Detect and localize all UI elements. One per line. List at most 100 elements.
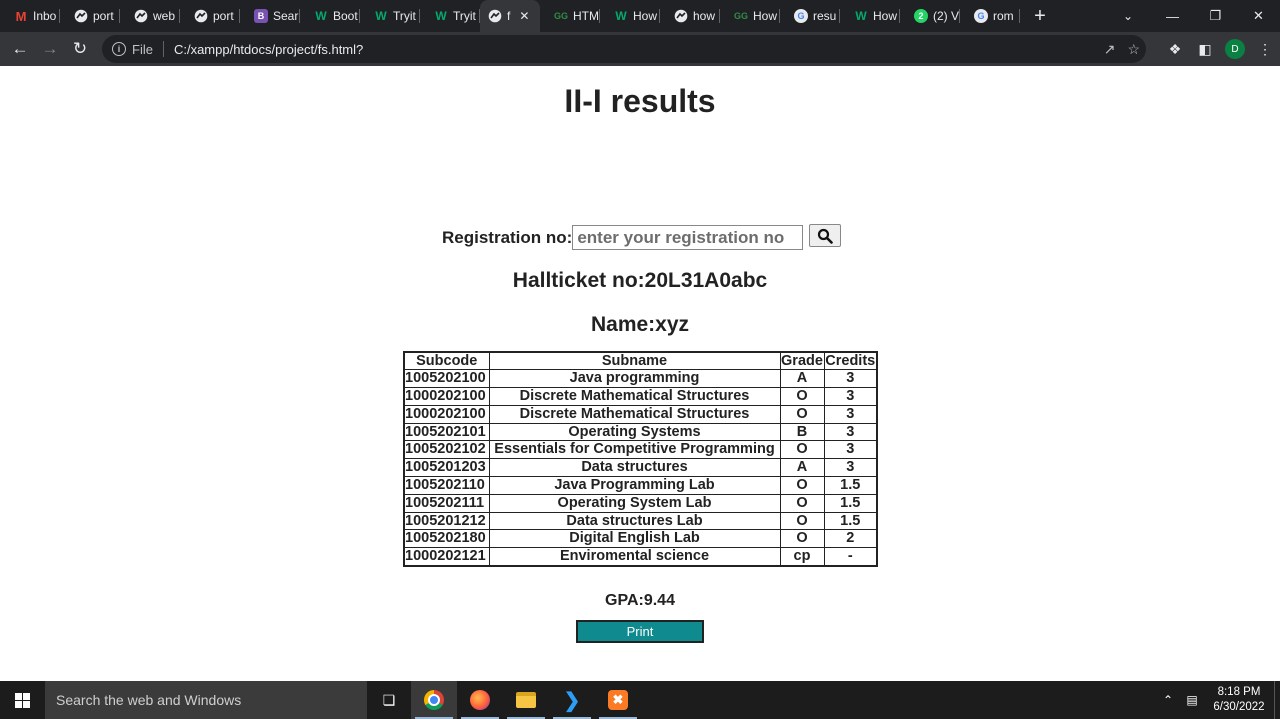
vscode-icon: ❯ [563, 689, 581, 712]
browser-tab[interactable]: M Inbo [0, 0, 60, 32]
gpa-value: 9.44 [643, 592, 675, 609]
browser-tab[interactable]: port [180, 0, 240, 32]
extensions-icon[interactable]: ❖ [1160, 34, 1190, 64]
credits-cell: 1.5 [823, 493, 878, 513]
w3schools-icon: W [435, 9, 447, 23]
browser-tab[interactable]: W Tryit [360, 0, 420, 32]
firefox-taskbar-button[interactable] [457, 681, 503, 719]
task-view-icon[interactable]: ❏ [367, 681, 411, 719]
browser-tab[interactable]: Gresu [780, 0, 840, 32]
bookmark-star-icon[interactable]: ☆ [1127, 41, 1140, 58]
header-subname: Subname [488, 351, 781, 371]
browser-tab[interactable]: W How [840, 0, 900, 32]
tab-title: how [693, 9, 716, 23]
browser-tab[interactable]: web [120, 0, 180, 32]
google-icon: G [974, 9, 988, 23]
info-icon[interactable]: i [112, 42, 126, 56]
start-button[interactable] [0, 681, 45, 719]
tab-title: Tryit [393, 9, 416, 23]
globe-icon [134, 9, 148, 23]
table-row: 1005202102 Essentials for Competitive Pro… [403, 440, 878, 460]
browser-tab[interactable]: GG HTM [540, 0, 600, 32]
tab-title: Tryit [453, 9, 476, 23]
gpa-label: GPA: [605, 592, 644, 609]
grade-cell: O [779, 404, 825, 424]
address-bar[interactable]: i File C:/xampp/htdocs/project/fs.html? … [102, 35, 1146, 63]
search-button[interactable] [809, 224, 842, 247]
restore-icon[interactable]: ❐ [1194, 0, 1237, 32]
subname-cell: Data structures Lab [488, 511, 781, 531]
registration-label: Registration no: [442, 227, 573, 247]
registration-input[interactable] [572, 225, 804, 250]
new-tab-button[interactable]: + [1020, 0, 1060, 32]
grade-cell: O [779, 476, 825, 495]
clock-time: 8:18 PM [1217, 686, 1261, 698]
globe-icon [194, 9, 208, 23]
minimize-icon[interactable]: — [1151, 0, 1194, 32]
tab-title: port [93, 9, 114, 23]
chrome-icon [424, 690, 444, 710]
table-row: 1005202101 Operating Systems B 3 [403, 422, 878, 442]
scheme-label: File [132, 41, 153, 57]
browser-tab[interactable]: how [660, 0, 720, 32]
close-window-icon[interactable]: ✕ [1237, 0, 1280, 32]
close-tab-icon[interactable]: ✕ [519, 9, 529, 23]
url-text[interactable]: C:/xampp/htdocs/project/fs.html? [174, 42, 363, 57]
tab-title: How [753, 9, 778, 23]
tab-title: (2) V [933, 9, 960, 23]
browser-tab[interactable]: W How [600, 0, 660, 32]
browser-tab[interactable]: port [60, 0, 120, 32]
browser-tab[interactable]: 2 (2) V [900, 0, 960, 32]
gpa-line: GPA:9.44 [0, 592, 1280, 610]
table-row: 1005202110 Java Programming Lab O 1.5 [403, 476, 878, 495]
back-icon[interactable]: ← [5, 34, 35, 64]
subcode-cell: 1005202180 [403, 529, 490, 549]
subname-cell: Discrete Mathematical Structures [488, 404, 781, 424]
forward-icon[interactable]: → [35, 34, 65, 64]
gfg-icon: GG [554, 11, 569, 21]
table-row: 1000202100 Discrete Mathematical Structur… [403, 404, 878, 424]
share-icon[interactable]: ↗ [1104, 41, 1116, 58]
vscode-taskbar-button[interactable]: ❯ [549, 681, 595, 719]
toolbar-right: ❖ ◧ D ⋮ [1160, 32, 1280, 66]
browser-tab[interactable]: W Tryit [420, 0, 480, 32]
subcode-cell: 1005201212 [403, 511, 490, 531]
browser-tab[interactable]: W Boot [300, 0, 360, 32]
browser-tab[interactable]: B Sear [240, 0, 300, 32]
file-explorer-taskbar-button[interactable] [503, 681, 549, 719]
w3schools-icon: W [375, 9, 387, 23]
tab-search-icon[interactable]: ⌄ [1110, 0, 1146, 32]
clock[interactable]: 8:18 PM 6/30/2022 [1204, 685, 1274, 715]
grade-cell: O [779, 440, 825, 460]
chevron-up-icon[interactable]: ⌃ [1156, 693, 1180, 707]
page-content: II-I results Registration no: Hallticket… [0, 66, 1280, 681]
subname-cell: Operating System Lab [488, 493, 781, 513]
notification-icon[interactable]: ▤ [1180, 693, 1204, 707]
credits-cell: 1.5 [823, 511, 878, 531]
profile-button[interactable]: D [1220, 34, 1250, 64]
hallticket-label: Hallticket no: [512, 269, 645, 292]
bootstrap-icon: B [254, 9, 268, 23]
subcode-cell: 1005202100 [403, 369, 490, 389]
menu-dots-icon[interactable]: ⋮ [1250, 34, 1280, 64]
browser-tab[interactable]: GG How [720, 0, 780, 32]
browser-tab[interactable]: f ✕ [480, 0, 540, 32]
show-desktop-button[interactable] [1274, 681, 1280, 719]
tab-title: How [873, 9, 898, 23]
chrome-taskbar-button[interactable] [411, 681, 457, 719]
student-name-line: Name:xyz [0, 313, 1280, 337]
page-title: II-I results [564, 83, 716, 119]
tab-title: Boot [333, 9, 358, 23]
registration-row: Registration no: [442, 224, 842, 250]
browser-tab[interactable]: Grom [960, 0, 1020, 32]
table-header-row: Subcode Subname Grade Credits [403, 351, 878, 371]
xampp-taskbar-button[interactable]: ✖ [595, 681, 641, 719]
reload-icon[interactable]: ↻ [65, 34, 95, 64]
subname-cell: Data structures [488, 458, 781, 478]
system-tray: ⌃ ▤ 8:18 PM 6/30/2022 [1156, 681, 1280, 719]
avatar: D [1225, 39, 1245, 59]
taskbar-search-box[interactable]: Search the web and Windows [45, 681, 367, 719]
print-button[interactable]: Print [576, 620, 704, 643]
side-panel-icon[interactable]: ◧ [1190, 34, 1220, 64]
browser-toolbar: ← → ↻ i File C:/xampp/htdocs/project/fs.… [0, 32, 1280, 66]
